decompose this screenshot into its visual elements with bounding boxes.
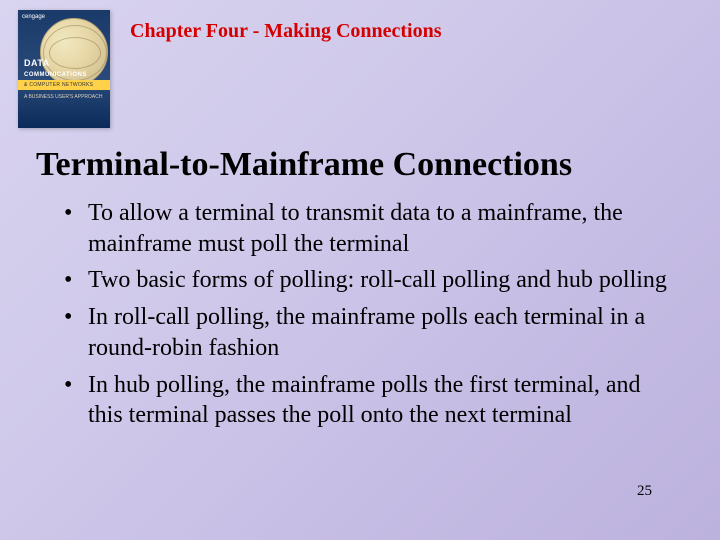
book-title-line: DATA COMMUNICATIONS: [24, 58, 87, 78]
book-bar: & COMPUTER NETWORKS: [18, 80, 110, 90]
bullet-item: In hub polling, the mainframe polls the …: [58, 370, 680, 431]
chapter-title: Chapter Four - Making Connections: [130, 20, 442, 43]
bullet-list: To allow a terminal to transmit data to …: [58, 198, 680, 431]
book-cover-image: cengage DATA COMMUNICATIONS & COMPUTER N…: [18, 10, 110, 128]
bullet-item: Two basic forms of polling: roll-call po…: [58, 265, 680, 296]
book-publisher-label: cengage: [22, 14, 45, 20]
bullet-item: In roll-call polling, the mainframe poll…: [58, 302, 680, 363]
book-subtitle: A BUSINESS USER'S APPROACH: [24, 94, 102, 100]
bullet-item: To allow a terminal to transmit data to …: [58, 198, 680, 259]
page-number: 25: [637, 483, 652, 500]
slide-title: Terminal-to-Mainframe Connections: [36, 146, 720, 184]
